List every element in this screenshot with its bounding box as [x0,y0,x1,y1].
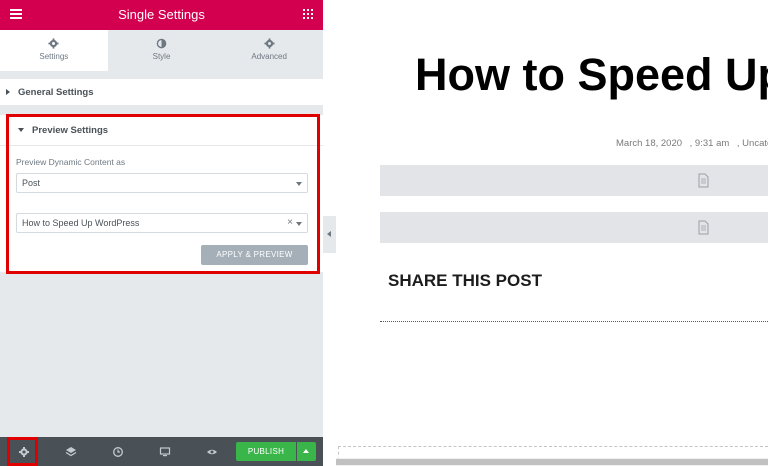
post-category: , Uncate [736,138,768,149]
post-meta: March 18, 2020 , 9:31 am , Uncate [616,138,768,149]
publish-button[interactable]: PUBLISH [236,442,296,461]
eye-icon[interactable] [206,445,218,457]
document-icon [698,173,709,188]
caret-right-icon [6,89,10,95]
gear-highlight [7,437,38,466]
publish-options-button[interactable] [297,442,316,461]
panel-tabs: Settings Style Advanced [0,30,323,71]
layers-icon[interactable] [65,445,77,457]
half-circle-icon [108,38,216,49]
chevron-left-icon [327,231,331,237]
chevron-up-icon [303,449,309,453]
post-date: March 18, 2020 [616,138,683,149]
history-icon[interactable] [112,445,124,457]
tab-settings[interactable]: Settings [0,30,108,71]
divider [380,321,768,322]
settings-panel: Single Settings Settings Style Advanced … [0,0,323,466]
desktop-icon[interactable] [159,445,171,457]
post-title: How to Speed Up [415,49,768,100]
collapse-panel-handle[interactable] [323,216,336,253]
grid-icon[interactable] [303,9,313,19]
gear-icon [0,38,108,49]
editor-root: Single Settings Settings Style Advanced … [0,0,768,466]
content-placeholder [380,212,768,243]
horizontal-scrollbar[interactable] [336,458,768,466]
share-heading: SHARE THIS POST [388,271,542,290]
panel-title: Single Settings [118,7,205,22]
tab-advanced-label: Advanced [251,52,287,61]
tab-style-label: Style [152,52,171,61]
content-placeholder [380,165,768,196]
panel-header: Single Settings [0,0,323,30]
general-settings-title: General Settings [18,87,94,98]
preview-settings-highlight [6,114,320,274]
scrollbar-thumb[interactable] [336,459,768,465]
general-settings-section[interactable]: General Settings [0,79,323,106]
tab-advanced[interactable]: Advanced [215,30,323,71]
gear-icon [215,38,323,49]
tab-style[interactable]: Style [108,30,216,71]
document-icon [698,220,709,235]
tab-settings-label: Settings [39,52,69,61]
general-settings-header: General Settings [6,87,94,98]
page-preview: How to Speed Up March 18, 2020 , 9:31 am… [336,0,768,466]
post-time: , 9:31 am [689,138,730,149]
